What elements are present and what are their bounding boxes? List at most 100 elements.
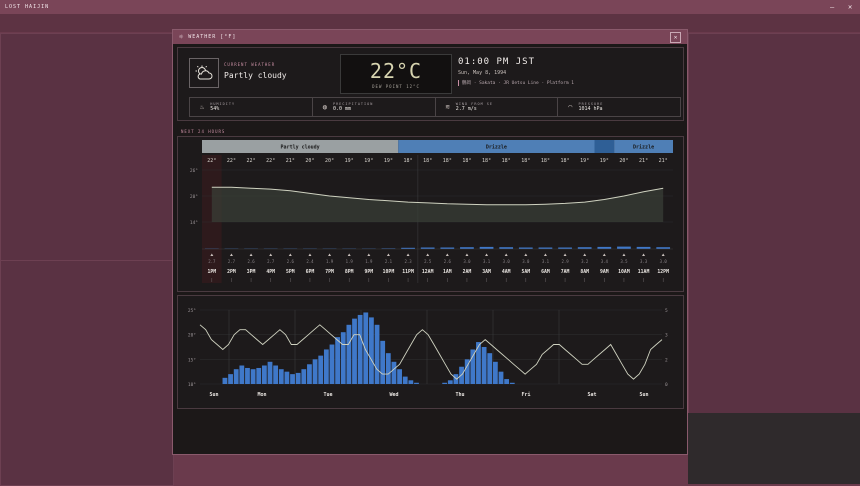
wind-direction-icon xyxy=(524,254,527,257)
background-panel-left-top xyxy=(0,33,174,261)
stat-value: 2.7 m/s xyxy=(456,106,493,112)
hourly-temp-label: 18° xyxy=(423,158,432,164)
weather-dialog-title: WEATHER [°F] xyxy=(188,34,236,40)
hourly-wind-label: 3.5 xyxy=(620,259,628,264)
hourly-hour-label: 8AM xyxy=(580,269,589,275)
weekly-precip-bar xyxy=(408,380,413,384)
background-panel-left-bottom xyxy=(0,260,174,486)
hourly-wind-label: 1.9 xyxy=(365,259,373,264)
hourly-precip-bar xyxy=(480,247,494,249)
pressure-icon: ◠ xyxy=(568,103,572,111)
weekly-precip-bar xyxy=(386,353,391,384)
hourly-precip-bar xyxy=(597,247,611,249)
app-title: LOST HAIJIN xyxy=(0,4,49,10)
condition-band-label: Drizzle xyxy=(486,145,507,151)
hourly-temp-label: 19° xyxy=(345,158,354,164)
partly-cloudy-icon xyxy=(189,58,219,88)
hourly-wind-label: 1.9 xyxy=(326,259,334,264)
hourly-wind-label: 2.3 xyxy=(404,259,412,264)
wind-direction-icon xyxy=(348,254,351,257)
weekly-day-label: Sun xyxy=(209,392,218,398)
weekly-precip-bar xyxy=(341,332,346,384)
wind-direction-icon xyxy=(426,254,429,257)
wind-direction-icon xyxy=(407,254,410,257)
hourly-wind-label: 2.4 xyxy=(306,259,314,264)
wind-direction-icon xyxy=(465,254,468,257)
wind-direction-icon xyxy=(308,254,311,257)
weekly-precip-bar xyxy=(352,319,357,384)
hourly-wind-label: 3.3 xyxy=(640,259,648,264)
weekly-precip-bar xyxy=(318,356,323,384)
hourly-temp-label: 21° xyxy=(659,158,668,164)
weekly-precip-bar xyxy=(256,368,261,384)
weekly-precip-bar xyxy=(268,362,273,384)
weekly-precip-bar xyxy=(346,325,351,384)
wind-direction-icon xyxy=(289,254,292,257)
minimize-button[interactable]: — xyxy=(830,0,835,14)
wind-direction-icon xyxy=(544,254,547,257)
hourly-hour-label: 3AM xyxy=(482,269,491,275)
hourly-chart: Partly cloudyDrizzleDrizzle22°22°22°22°2… xyxy=(178,137,683,291)
weekly-chart: 25°20°15°10°5320SunMonTueWedThuFriSatSun xyxy=(178,296,683,408)
wind-direction-icon xyxy=(622,254,625,257)
hourly-temp-label: 21° xyxy=(639,158,648,164)
close-app-button[interactable]: ✕ xyxy=(848,0,853,14)
weekly-precip-bar xyxy=(307,364,312,384)
hourly-temp-label: 18° xyxy=(482,158,491,164)
weekly-precip-bar xyxy=(324,349,329,384)
wind-direction-icon xyxy=(485,254,488,257)
weekly-precip-bar xyxy=(358,315,363,384)
hourly-hour-label: 11PM xyxy=(402,269,414,275)
wind-direction-icon xyxy=(642,254,645,257)
weekly-precip-bar xyxy=(290,374,295,384)
stat-humidity: ♨ HUMIDITY54% xyxy=(190,98,313,116)
weekly-y-tick-right: 5 xyxy=(665,308,668,314)
wind-direction-icon xyxy=(250,254,253,257)
weekly-precip-bar xyxy=(375,325,380,384)
hourly-wind-label: 2.7 xyxy=(267,259,275,264)
wind-direction-icon xyxy=(328,254,331,257)
weekly-precip-bar xyxy=(228,374,233,384)
hourly-temp-label: 18° xyxy=(502,158,511,164)
stat-wind: ≋ WIND FROM SE2.7 m/s xyxy=(436,98,559,116)
hourly-wind-label: 2.5 xyxy=(424,259,432,264)
weekly-precip-bar xyxy=(504,379,509,384)
hourly-hour-label: 7PM xyxy=(325,269,334,275)
hourly-hour-label: 10PM xyxy=(383,269,395,275)
wind-direction-icon xyxy=(367,254,370,257)
wind-direction-icon xyxy=(583,254,586,257)
weekly-precip-bar xyxy=(273,366,278,385)
wind-direction-icon xyxy=(603,254,606,257)
hourly-hour-label: 7AM xyxy=(561,269,570,275)
hourly-temp-label: 19° xyxy=(364,158,373,164)
weekly-y-tick-right: 3 xyxy=(665,333,668,339)
hourly-temp-label: 22° xyxy=(266,158,275,164)
hourly-wind-label: 2.1 xyxy=(385,259,393,264)
hourly-temp-area xyxy=(212,187,663,222)
precipitation-icon: ◍ xyxy=(323,103,327,111)
dew-point: DEW POINT 12°C xyxy=(341,84,451,89)
hourly-wind-label: 2.6 xyxy=(287,259,295,264)
hourly-temp-label: 18° xyxy=(541,158,550,164)
current-location: 鶴岡 · Sakata · JR Uetsu Line · Platform 1 xyxy=(458,80,574,86)
hourly-hour-label: 1PM xyxy=(207,269,216,275)
wind-direction-icon xyxy=(662,254,665,257)
background-panel-right xyxy=(688,33,860,415)
hourly-temp-label: 18° xyxy=(462,158,471,164)
hourly-temp-label: 21° xyxy=(286,158,295,164)
hourly-hour-label: 9PM xyxy=(364,269,373,275)
weekly-precip-bar xyxy=(442,383,447,384)
weekly-precip-bar xyxy=(499,372,504,384)
hourly-y-tick: 20° xyxy=(190,194,198,200)
weekly-precip-bar xyxy=(397,369,402,384)
weather-icon: ☼ xyxy=(179,33,184,41)
close-dialog-button[interactable]: ✕ xyxy=(670,32,681,43)
stat-value: 54% xyxy=(210,106,235,112)
hourly-temp-label: 18° xyxy=(404,158,413,164)
weekly-precip-bar xyxy=(279,369,284,384)
background-dark-area xyxy=(688,413,860,484)
hourly-wind-label: 3.1 xyxy=(542,259,550,264)
weekly-precip-bar xyxy=(239,366,244,385)
hourly-y-tick: 26° xyxy=(190,168,198,174)
hourly-precip-bar xyxy=(617,247,631,249)
